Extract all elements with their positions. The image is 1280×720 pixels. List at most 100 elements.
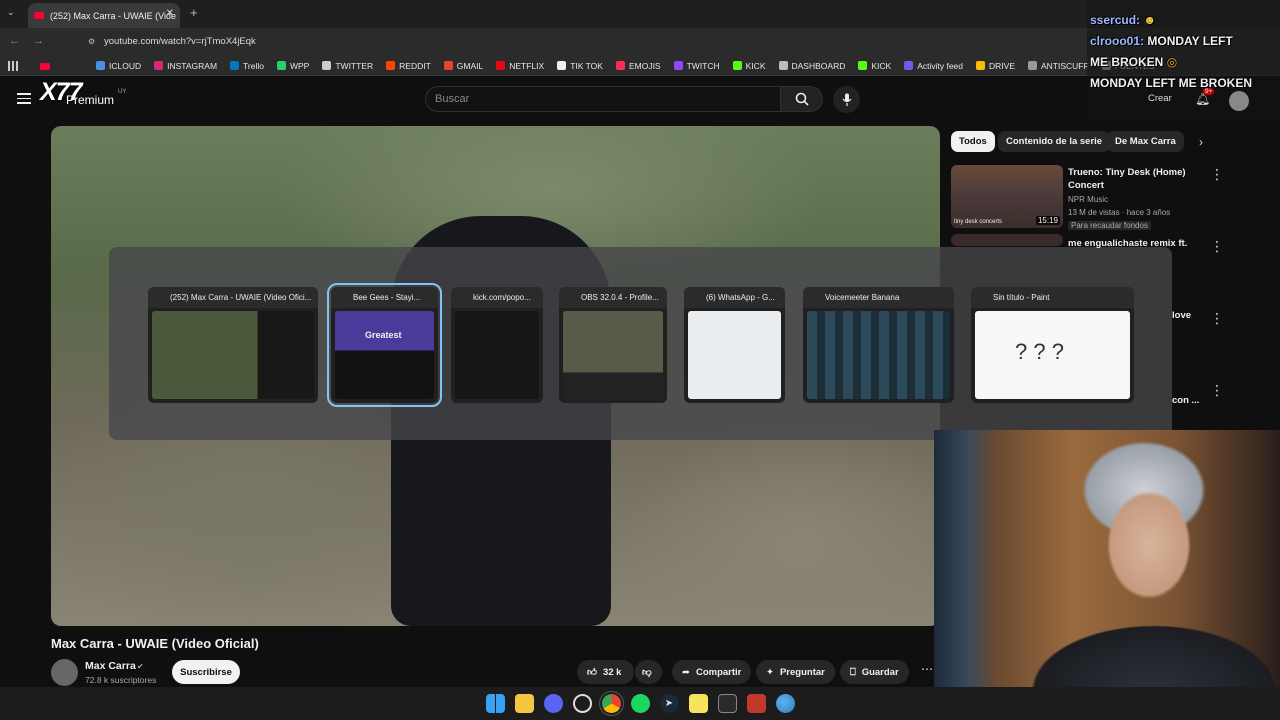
thumbnail-label: tiny desk concerts (954, 219, 1003, 225)
bookmark-label: WPP (289, 60, 310, 71)
bookmark-kick[interactable]: KICK (858, 61, 891, 71)
bookmark-favicon-icon (778, 61, 788, 70)
steam-icon[interactable]: ➤ (659, 694, 679, 713)
bookmark-label: INSTAGRAM (167, 60, 218, 71)
discord-icon[interactable] (543, 694, 563, 713)
recommendation-title[interactable]: Trueno: Tiny Desk (Home) Concert (1068, 166, 1208, 192)
bookmark-icloud[interactable]: ICLOUD (96, 61, 141, 71)
channel-name[interactable]: Max Carra (85, 660, 136, 672)
channel-avatar[interactable] (51, 659, 78, 686)
back-icon[interactable]: ← (9, 35, 20, 47)
tab-title: (252) Max Carra - UWAIE (Vide (50, 10, 177, 21)
switcher-window-paint[interactable]: Sin título - Paint ? ? ? (971, 287, 1134, 403)
switcher-window-chrome-youtube[interactable]: (252) Max Carra - UWAIE (Video Ofici... (148, 287, 318, 403)
chips-next-icon[interactable]: › (1199, 135, 1203, 149)
window-preview (563, 311, 663, 399)
site-info-icon[interactable]: ⚙ (88, 33, 95, 51)
recommendation-title-partial[interactable]: con ... (1172, 394, 1212, 407)
browser-tab-active[interactable]: (252) Max Carra - UWAIE (Vide ✕ (28, 3, 180, 28)
menu-icon[interactable] (17, 93, 31, 104)
recommendation-menu-icon[interactable]: ⋮ (1210, 239, 1224, 253)
bookmark-favicon-icon (615, 61, 625, 70)
bookmark-twitch[interactable]: TWITCH (673, 61, 720, 71)
bookmark-twitter[interactable]: TWITTER (322, 61, 373, 71)
ask-button[interactable]: ✦ Preguntar (756, 660, 835, 684)
url-field[interactable]: ⚙ youtube.com/watch?v=rjTmoX4jEqk (86, 33, 1086, 51)
bookmark-trello[interactable]: Trello (230, 61, 264, 71)
voicemeeter-icon[interactable] (746, 694, 766, 713)
file-explorer-icon[interactable] (514, 694, 534, 713)
subscribe-button[interactable]: Suscribirse (172, 660, 240, 684)
bookmark-drive[interactable]: DRIVE (976, 61, 1015, 71)
bookmark-gmail[interactable]: GMAIL (443, 61, 483, 71)
like-button[interactable]: 👍︎ 32 k (577, 660, 634, 684)
bookmark-label: TWITTER (335, 60, 374, 71)
bookmark-tik-tok[interactable]: TIK TOK (557, 61, 603, 71)
recommendation-thumbnail[interactable] (951, 234, 1063, 246)
recommendation-title-partial[interactable]: love (1172, 309, 1212, 322)
bookmark-netflix[interactable]: NETFLIX (496, 61, 544, 71)
recommendation-menu-icon[interactable]: ⋮ (1210, 383, 1224, 397)
switcher-window-title: (6) WhatsApp - G... (684, 287, 785, 308)
chip-todos[interactable]: Todos (951, 131, 995, 152)
paint-icon[interactable] (775, 694, 795, 713)
microphone-icon (842, 93, 851, 106)
tab-close-icon[interactable]: ✕ (166, 8, 174, 19)
chip-serie[interactable]: Contenido de la serie (998, 131, 1111, 152)
bookmark-antiscuff[interactable]: ANTISCUFF (1028, 61, 1089, 71)
switcher-window-title: Bee Gees - Stayi... (331, 287, 438, 308)
windows-start-icon[interactable] (485, 694, 505, 713)
account-avatar[interactable] (1229, 91, 1249, 111)
bookmark-favicon-icon (976, 61, 986, 70)
bookmark-label: Activity feed (917, 60, 964, 71)
switcher-window-obs[interactable]: OBS 32.0.4 - Profile... (559, 287, 667, 403)
save-button[interactable]: ⎕ Guardar (840, 660, 909, 684)
obs-icon[interactable] (572, 694, 592, 713)
search-input[interactable]: Buscar (425, 86, 781, 112)
bookmark-favicon-icon (230, 61, 240, 70)
bookmark-instagram[interactable]: INSTAGRAM (154, 61, 217, 71)
chip-max-carra[interactable]: De Max Carra (1107, 131, 1184, 152)
create-label[interactable]: Crear (1148, 93, 1172, 104)
youtube-premium-label[interactable]: Premium (66, 93, 114, 107)
country-code: UY (118, 89, 127, 95)
bookmark-dashboard[interactable]: DASHBOARD (778, 61, 845, 71)
new-tab-icon[interactable]: + (190, 5, 198, 20)
more-actions-icon[interactable]: ⋯ (921, 662, 933, 676)
recommendation-menu-icon[interactable]: ⋮ (1210, 167, 1224, 181)
switcher-window-kick[interactable]: kick.com/popo... (451, 287, 543, 403)
webcam-overlay (934, 430, 1280, 693)
apps-grid-icon[interactable] (8, 61, 18, 71)
window-preview (807, 311, 950, 399)
recommendation-channel[interactable]: NPR Music (1068, 195, 1108, 204)
recommendation-title[interactable]: me engualichaste remix ft. (1068, 237, 1208, 250)
spotify-icon[interactable] (630, 694, 650, 713)
share-button[interactable]: ➦ Compartir (672, 660, 752, 684)
search-icon (795, 92, 809, 106)
bookmark-kick[interactable]: KICK (732, 61, 766, 71)
bookmark-activity-feed[interactable]: Activity feed (904, 61, 963, 71)
search-button[interactable] (781, 86, 823, 112)
youtube-bookmark-icon[interactable] (40, 63, 50, 70)
bookmark-wpp[interactable]: WPP (276, 60, 310, 71)
chrome-icon[interactable] (598, 691, 624, 716)
tab-list-chevron-icon[interactable]: ⌄ (7, 7, 15, 18)
notes-icon[interactable] (688, 694, 708, 713)
chat-message: MONDAY LEFT (1147, 34, 1233, 48)
recommendation-menu-icon[interactable]: ⋮ (1210, 311, 1224, 325)
switcher-window-voicemeeter[interactable]: Voicemeeter Banana (803, 287, 954, 403)
voice-search-button[interactable] (833, 86, 860, 113)
bookmark-emojis[interactable]: EMOJIS (615, 61, 661, 71)
forward-icon[interactable]: → (33, 35, 44, 47)
paint-canvas-text: ? ? ? (1015, 339, 1064, 364)
switcher-window-spotify[interactable]: Bee Gees - Stayi... Greatest (327, 283, 442, 407)
dislike-button[interactable]: 👎︎ (635, 660, 662, 684)
bookmark-favicon-icon (96, 61, 105, 70)
epic-games-icon[interactable] (717, 694, 737, 713)
save-label: Guardar (861, 666, 899, 678)
bookmark-reddit[interactable]: REDDIT (386, 61, 431, 71)
bookmark-label: NETFLIX (509, 60, 545, 71)
bookmark-favicon-icon (858, 61, 868, 70)
switcher-window-whatsapp[interactable]: (6) WhatsApp - G... (684, 287, 785, 403)
recommendation-thumbnail[interactable]: tiny desk concerts 15:19 (951, 165, 1063, 228)
